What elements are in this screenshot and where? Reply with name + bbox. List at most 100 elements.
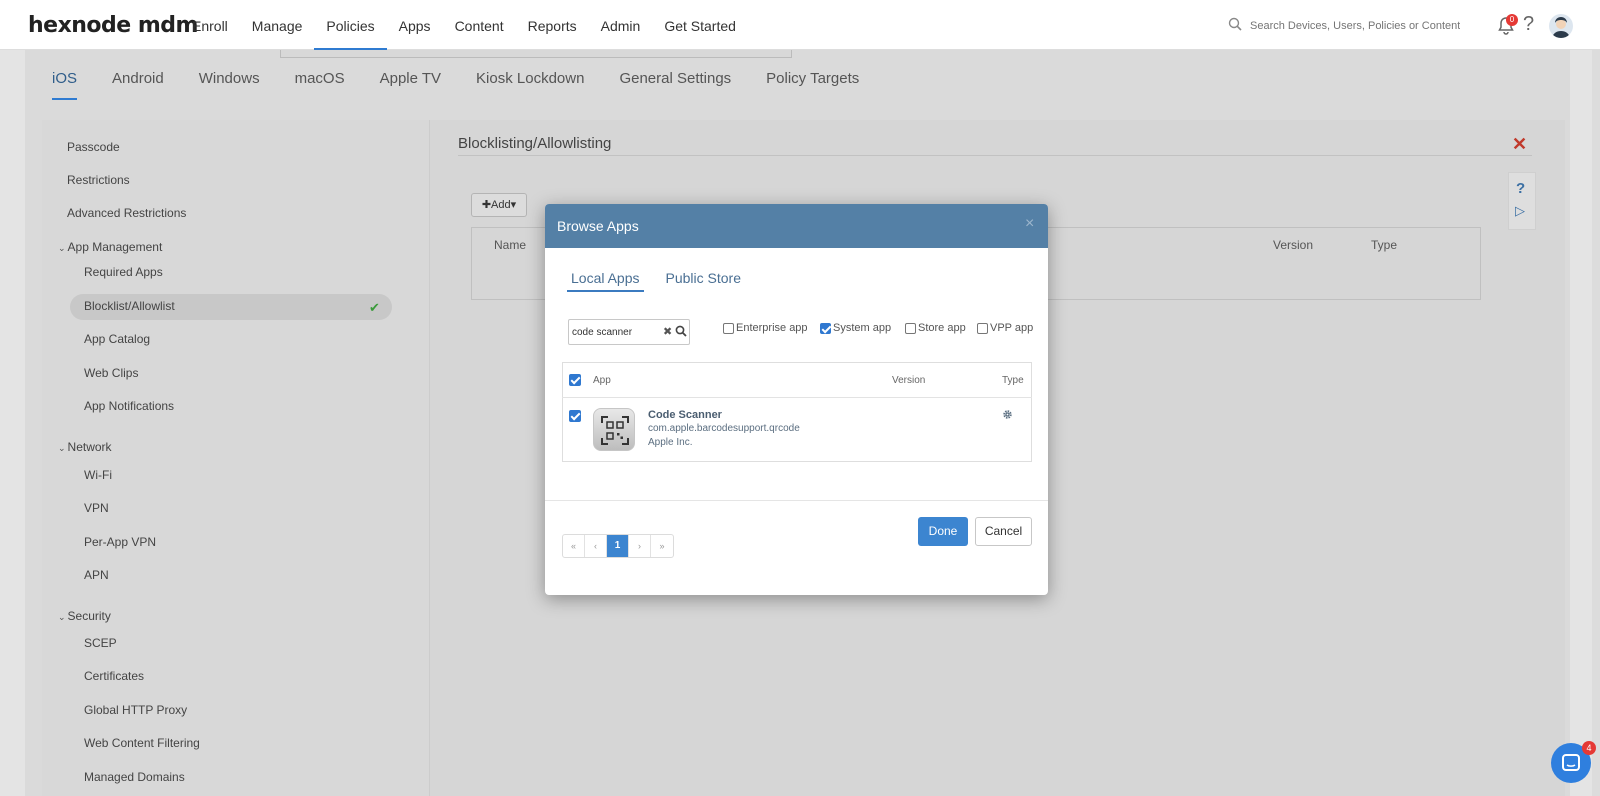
filter-label: System app (833, 322, 892, 334)
done-button[interactable]: Done (918, 517, 968, 546)
clear-search-icon[interactable]: ✖ (663, 325, 672, 338)
filter-vpp-app[interactable]: VPP app (977, 322, 1033, 334)
sidebar-item-managed-domains[interactable]: Managed Domains (84, 770, 185, 784)
list-header-divider (562, 397, 1032, 398)
sidebar-item-apn[interactable]: APN (84, 568, 109, 582)
filter-system-app[interactable]: System app (820, 322, 891, 334)
search-icon (1228, 17, 1242, 31)
sidebar-group-label: Security (67, 609, 111, 623)
tab-ios[interactable]: iOS (52, 70, 78, 100)
modal-close-icon[interactable]: × (1025, 215, 1034, 233)
checkbox-vpp-app[interactable] (977, 322, 988, 334)
sidebar-item-global-http-proxy[interactable]: Global HTTP Proxy (84, 703, 187, 717)
top-navigation-bar: hexnode mdm Enroll Manage Policies Apps … (0, 0, 1600, 50)
app-name: Code Scanner (648, 409, 722, 421)
sidebar-group-network[interactable]: ⌄ Network (58, 440, 112, 454)
app-row-checkbox[interactable] (569, 410, 581, 422)
hexnode-logo[interactable]: hexnode mdm (28, 13, 198, 38)
tab-apple-tv[interactable]: Apple TV (380, 70, 441, 100)
search-icon[interactable] (675, 325, 687, 337)
qr-code-scanner-icon (593, 408, 635, 451)
chevron-down-icon: ⌄ (58, 243, 66, 253)
sidebar-item-per-app-vpn[interactable]: Per-App VPN (84, 535, 156, 549)
checkbox-store-app[interactable] (905, 322, 916, 334)
page-scrollbar[interactable] (1592, 50, 1600, 796)
sidebar-item-vpn[interactable]: VPN (84, 501, 109, 515)
sidebar-group-security[interactable]: ⌄ Security (58, 609, 111, 623)
column-header-type: Type (1002, 375, 1024, 386)
nav-get-started[interactable]: Get Started (652, 0, 748, 50)
sidebar-item-web-clips[interactable]: Web Clips (84, 366, 138, 380)
column-header-name: Name (494, 238, 527, 252)
column-header-version: Version (892, 375, 926, 386)
nav-enroll[interactable]: Enroll (180, 0, 240, 50)
tab-windows[interactable]: Windows (199, 70, 260, 100)
add-button[interactable]: ✚Add▾ (471, 193, 527, 217)
sidebar-item-web-content-filtering[interactable]: Web Content Filtering (84, 736, 200, 750)
tab-macos[interactable]: macOS (295, 70, 345, 100)
avatar[interactable] (1549, 14, 1573, 38)
description-textarea[interactable] (280, 50, 792, 58)
filter-label: Enterprise app (736, 322, 808, 334)
nav-apps[interactable]: Apps (387, 0, 443, 50)
sidebar-item-advanced-restrictions[interactable]: Advanced Restrictions (67, 206, 186, 220)
help-question-icon[interactable]: ? (1516, 180, 1525, 197)
help-icon[interactable]: ? (1523, 13, 1534, 36)
checkbox-enterprise-app[interactable] (723, 322, 734, 334)
modal-footer-divider (545, 500, 1048, 501)
page-first[interactable]: « (563, 535, 585, 557)
cancel-button[interactable]: Cancel (975, 517, 1032, 546)
sidebar-item-certificates[interactable]: Certificates (84, 669, 144, 683)
modal-tabs: Local Apps Public Store (567, 270, 763, 292)
os-tabs: iOS Android Windows macOS Apple TV Kiosk… (52, 70, 894, 100)
nav-policies[interactable]: Policies (314, 0, 387, 50)
tab-policy-targets[interactable]: Policy Targets (766, 70, 859, 100)
tab-android[interactable]: Android (112, 70, 164, 100)
filter-store-app[interactable]: Store app (905, 322, 966, 334)
configured-check-icon: ✔ (369, 300, 380, 315)
page-next[interactable]: › (629, 535, 651, 557)
sidebar-item-scep[interactable]: SCEP (84, 636, 117, 650)
sidebar-group-label: Network (67, 440, 112, 454)
section-divider (458, 155, 1532, 156)
filter-label: Store app (918, 322, 966, 334)
sidebar-item-blocklist-allowlist[interactable]: Blocklist/Allowlist (84, 299, 175, 313)
filter-label: VPP app (990, 322, 1034, 334)
nav-admin[interactable]: Admin (589, 0, 653, 50)
sidebar-item-wifi[interactable]: Wi-Fi (84, 468, 112, 482)
sidebar-item-passcode[interactable]: Passcode (67, 140, 120, 154)
policy-sidebar (42, 120, 430, 796)
add-button-label: Add (491, 199, 511, 211)
nav-manage[interactable]: Manage (240, 0, 315, 50)
filter-enterprise-app[interactable]: Enterprise app (723, 322, 808, 334)
select-all-checkbox[interactable] (569, 374, 581, 386)
sidebar-item-app-notifications[interactable]: App Notifications (84, 399, 174, 413)
user-avatar-icon (1552, 17, 1570, 38)
plus-icon: ✚ (481, 199, 492, 211)
page-prev[interactable]: ‹ (585, 535, 607, 557)
sidebar-item-app-catalog[interactable]: App Catalog (84, 332, 150, 346)
global-search-input[interactable] (1250, 15, 1460, 37)
notification-badge: 0 (1506, 14, 1518, 26)
tab-local-apps[interactable]: Local Apps (567, 270, 644, 292)
tab-general-settings[interactable]: General Settings (619, 70, 731, 100)
chat-badge: 4 (1582, 741, 1596, 755)
sidebar-item-required-apps[interactable]: Required Apps (84, 265, 163, 279)
remove-section-icon[interactable]: ✕ (1512, 134, 1527, 155)
nav-content[interactable]: Content (443, 0, 516, 50)
play-tutorial-icon[interactable]: ▷ (1515, 203, 1525, 219)
page-last[interactable]: » (651, 535, 673, 557)
app-vendor: Apple Inc. (648, 437, 693, 448)
tab-kiosk-lockdown[interactable]: Kiosk Lockdown (476, 70, 584, 100)
nav-reports[interactable]: Reports (516, 0, 589, 50)
column-header-type: Type (1371, 238, 1398, 252)
page-1[interactable]: 1 (607, 535, 629, 557)
pagination: « ‹ 1 › » (562, 534, 674, 558)
tab-public-store[interactable]: Public Store (662, 270, 745, 292)
sidebar-item-restrictions[interactable]: Restrictions (67, 173, 130, 187)
checkbox-system-app[interactable] (820, 322, 831, 334)
qr-code-icon (601, 416, 629, 445)
app-search-input[interactable] (572, 324, 660, 341)
sidebar-group-label: App Management (67, 240, 163, 254)
sidebar-group-app-management[interactable]: ⌄ App Management (58, 240, 162, 254)
